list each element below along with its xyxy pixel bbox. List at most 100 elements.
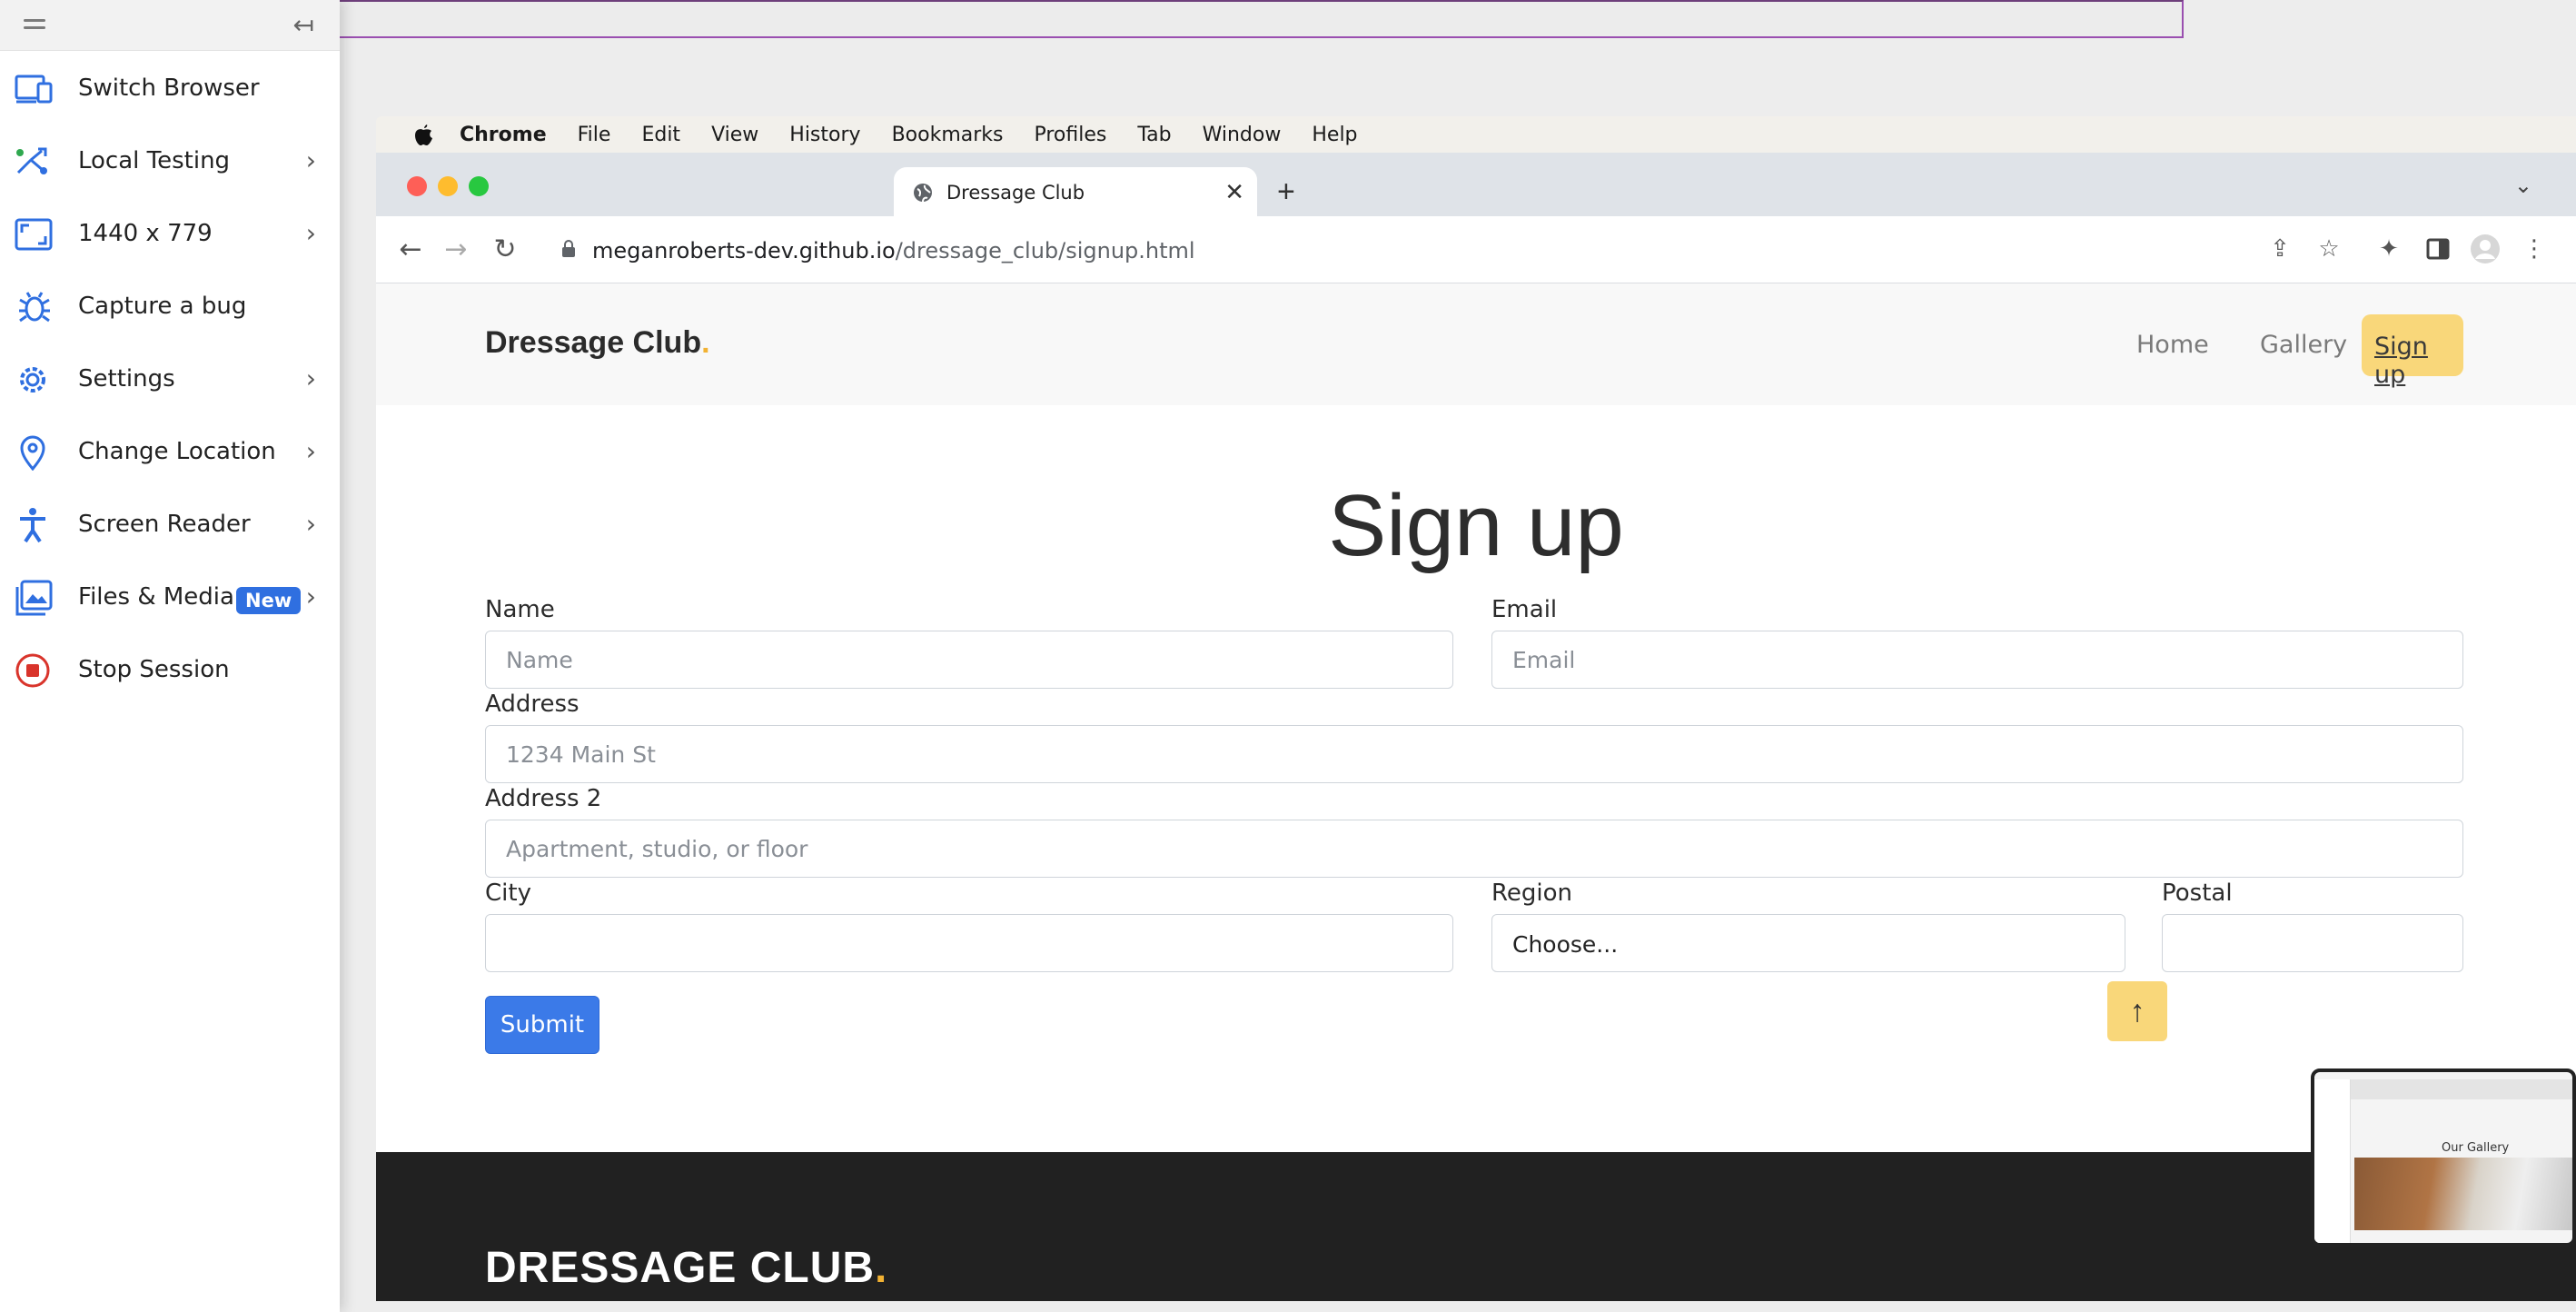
sidebar-item-label: Settings	[78, 365, 175, 393]
new-tab-button[interactable]: +	[1277, 174, 1295, 210]
minimize-window-button[interactable]	[438, 176, 458, 196]
side-panel-icon[interactable]	[2422, 233, 2454, 265]
accessibility-icon	[20, 508, 45, 543]
chevron-right-icon: ›	[305, 363, 316, 393]
reload-icon[interactable]: ↻	[489, 233, 521, 265]
globe-icon	[914, 184, 932, 203]
footer-brand-logo: DRESSAGE CLUB.	[485, 1244, 888, 1292]
submit-button[interactable]: Submit	[485, 996, 599, 1054]
share-icon[interactable]: ⇪	[2264, 233, 2296, 265]
apple-logo-icon[interactable]	[405, 116, 441, 153]
name-label: Name	[485, 596, 555, 623]
menu-help[interactable]: Help	[1312, 124, 1357, 146]
menu-window[interactable]: Window	[1203, 124, 1282, 146]
sidebar-item-change-location[interactable]: Change Location ›	[0, 416, 340, 489]
sidebar-item-capture-bug[interactable]: Capture a bug	[0, 271, 340, 343]
sidebar-item-label: Stop Session	[78, 656, 230, 683]
sidebar-item-label: Change Location	[78, 438, 276, 465]
maximize-window-button[interactable]	[469, 176, 489, 196]
thumbnail-horse-image	[2354, 1158, 2572, 1230]
local-testing-icon	[16, 147, 47, 174]
thumbnail-sidebar	[2314, 1079, 2351, 1243]
profile-avatar-icon[interactable]	[2469, 233, 2502, 265]
new-badge: New	[236, 587, 302, 614]
chevron-right-icon: ›	[305, 145, 316, 175]
tab-dressage-club[interactable]: Dressage Club ✕ +	[894, 167, 1295, 218]
more-menu-icon[interactable]: ⋮	[2518, 233, 2551, 265]
url-text: meganroberts-dev.github.io/dressage_club…	[592, 238, 1195, 263]
nav-signup-label: Sign up	[2374, 333, 2428, 389]
close-tab-icon[interactable]: ✕	[1224, 178, 1244, 206]
menu-edit[interactable]: Edit	[641, 124, 680, 146]
nav-home-link[interactable]: Home	[2136, 331, 2209, 359]
forward-arrow-icon[interactable]: →	[440, 233, 472, 265]
sidebar-item-files-media[interactable]: Files & Media New ›	[0, 562, 340, 634]
scroll-to-top-button[interactable]: ↑	[2107, 981, 2167, 1041]
address-label: Address	[485, 691, 580, 718]
menu-file[interactable]: File	[578, 124, 611, 146]
thumbnail-toolbar	[2351, 1079, 2572, 1099]
chevron-right-icon: ›	[305, 581, 316, 611]
stop-icon	[15, 653, 50, 688]
address2-input[interactable]	[485, 820, 2463, 878]
menu-view[interactable]: View	[711, 124, 758, 146]
web-page: Dressage Club. Home Gallery Sign up Sign…	[376, 283, 2576, 1301]
session-sidebar: ↤ Switch Browser Local Testing › 1440 x …	[0, 0, 340, 1312]
sidebar-item-settings[interactable]: Settings ›	[0, 343, 340, 416]
tab-title: Dressage Club	[946, 182, 1085, 204]
menu-tab[interactable]: Tab	[1137, 124, 1171, 146]
address-bar[interactable]: meganroberts-dev.github.io/dressage_club…	[536, 225, 2516, 274]
site-brand-logo[interactable]: Dressage Club.	[485, 325, 710, 361]
bookmark-star-icon[interactable]: ☆	[2313, 233, 2345, 265]
sidebar-item-label: Screen Reader	[78, 511, 251, 538]
region-label: Region	[1491, 880, 1573, 907]
nav-gallery-link[interactable]: Gallery	[2260, 331, 2347, 359]
sidebar-header: ↤	[0, 0, 340, 51]
tab-search-chevron-icon[interactable]: ⌄	[2514, 173, 2532, 199]
postal-input[interactable]	[2162, 914, 2463, 972]
sidebar-item-local-testing[interactable]: Local Testing ›	[0, 125, 340, 198]
location-pin-icon	[20, 435, 45, 471]
region-select[interactable]: Choose...	[1491, 914, 2125, 972]
menu-bookmarks[interactable]: Bookmarks	[892, 124, 1004, 146]
address2-label: Address 2	[485, 785, 602, 812]
collapse-sidebar-icon[interactable]: ↤	[293, 13, 314, 38]
chrome-toolbar: ← → ↻ meganroberts-dev.github.io/dressag…	[376, 216, 2576, 283]
menu-history[interactable]: History	[789, 124, 860, 146]
close-window-button[interactable]	[407, 176, 427, 196]
sidebar-item-stop-session[interactable]: Stop Session	[0, 634, 340, 707]
extensions-puzzle-icon[interactable]: ✦	[2373, 233, 2405, 265]
page-title: Sign up	[1328, 477, 1624, 574]
resolution-icon	[15, 218, 53, 251]
image-gallery-icon	[15, 580, 53, 616]
session-preview-thumbnail[interactable]: Our Gallery	[2311, 1068, 2576, 1247]
chevron-right-icon: ›	[305, 509, 316, 539]
chrome-tab-strip: Dressage Club ✕ + ⌄	[376, 153, 2576, 218]
chevron-right-icon: ›	[305, 218, 316, 248]
top-session-bar	[340, 0, 2184, 38]
sidebar-item-resolution[interactable]: 1440 x 779 ›	[0, 198, 340, 271]
city-label: City	[485, 880, 531, 907]
nav-signup-link[interactable]: Sign up	[2362, 314, 2463, 389]
name-input[interactable]	[485, 631, 1453, 689]
postal-label: Postal	[2162, 880, 2233, 907]
sidebar-item-screen-reader[interactable]: Screen Reader ›	[0, 489, 340, 562]
address-input[interactable]	[485, 725, 2463, 783]
mac-menu-bar: Chrome File Edit View History Bookmarks …	[376, 116, 2576, 153]
sidebar-item-label: Capture a bug	[78, 293, 247, 320]
menu-profiles[interactable]: Profiles	[1034, 124, 1106, 146]
sidebar-item-switch-browser[interactable]: Switch Browser	[0, 53, 340, 125]
sidebar-item-label: Local Testing	[78, 147, 231, 174]
menu-chrome[interactable]: Chrome	[460, 124, 547, 146]
email-input[interactable]	[1491, 631, 2463, 689]
email-label: Email	[1491, 596, 1558, 623]
gear-icon	[20, 367, 45, 393]
bug-icon	[19, 292, 50, 323]
city-input[interactable]	[485, 914, 1453, 972]
back-arrow-icon[interactable]: ←	[394, 233, 427, 265]
lock-icon	[562, 240, 575, 257]
region-selected-value: Choose...	[1512, 931, 1619, 958]
sidebar-item-label: Switch Browser	[78, 75, 260, 102]
url-path: /dressage_club/signup.html	[895, 238, 1195, 263]
drag-handle-icon[interactable]	[24, 19, 45, 32]
